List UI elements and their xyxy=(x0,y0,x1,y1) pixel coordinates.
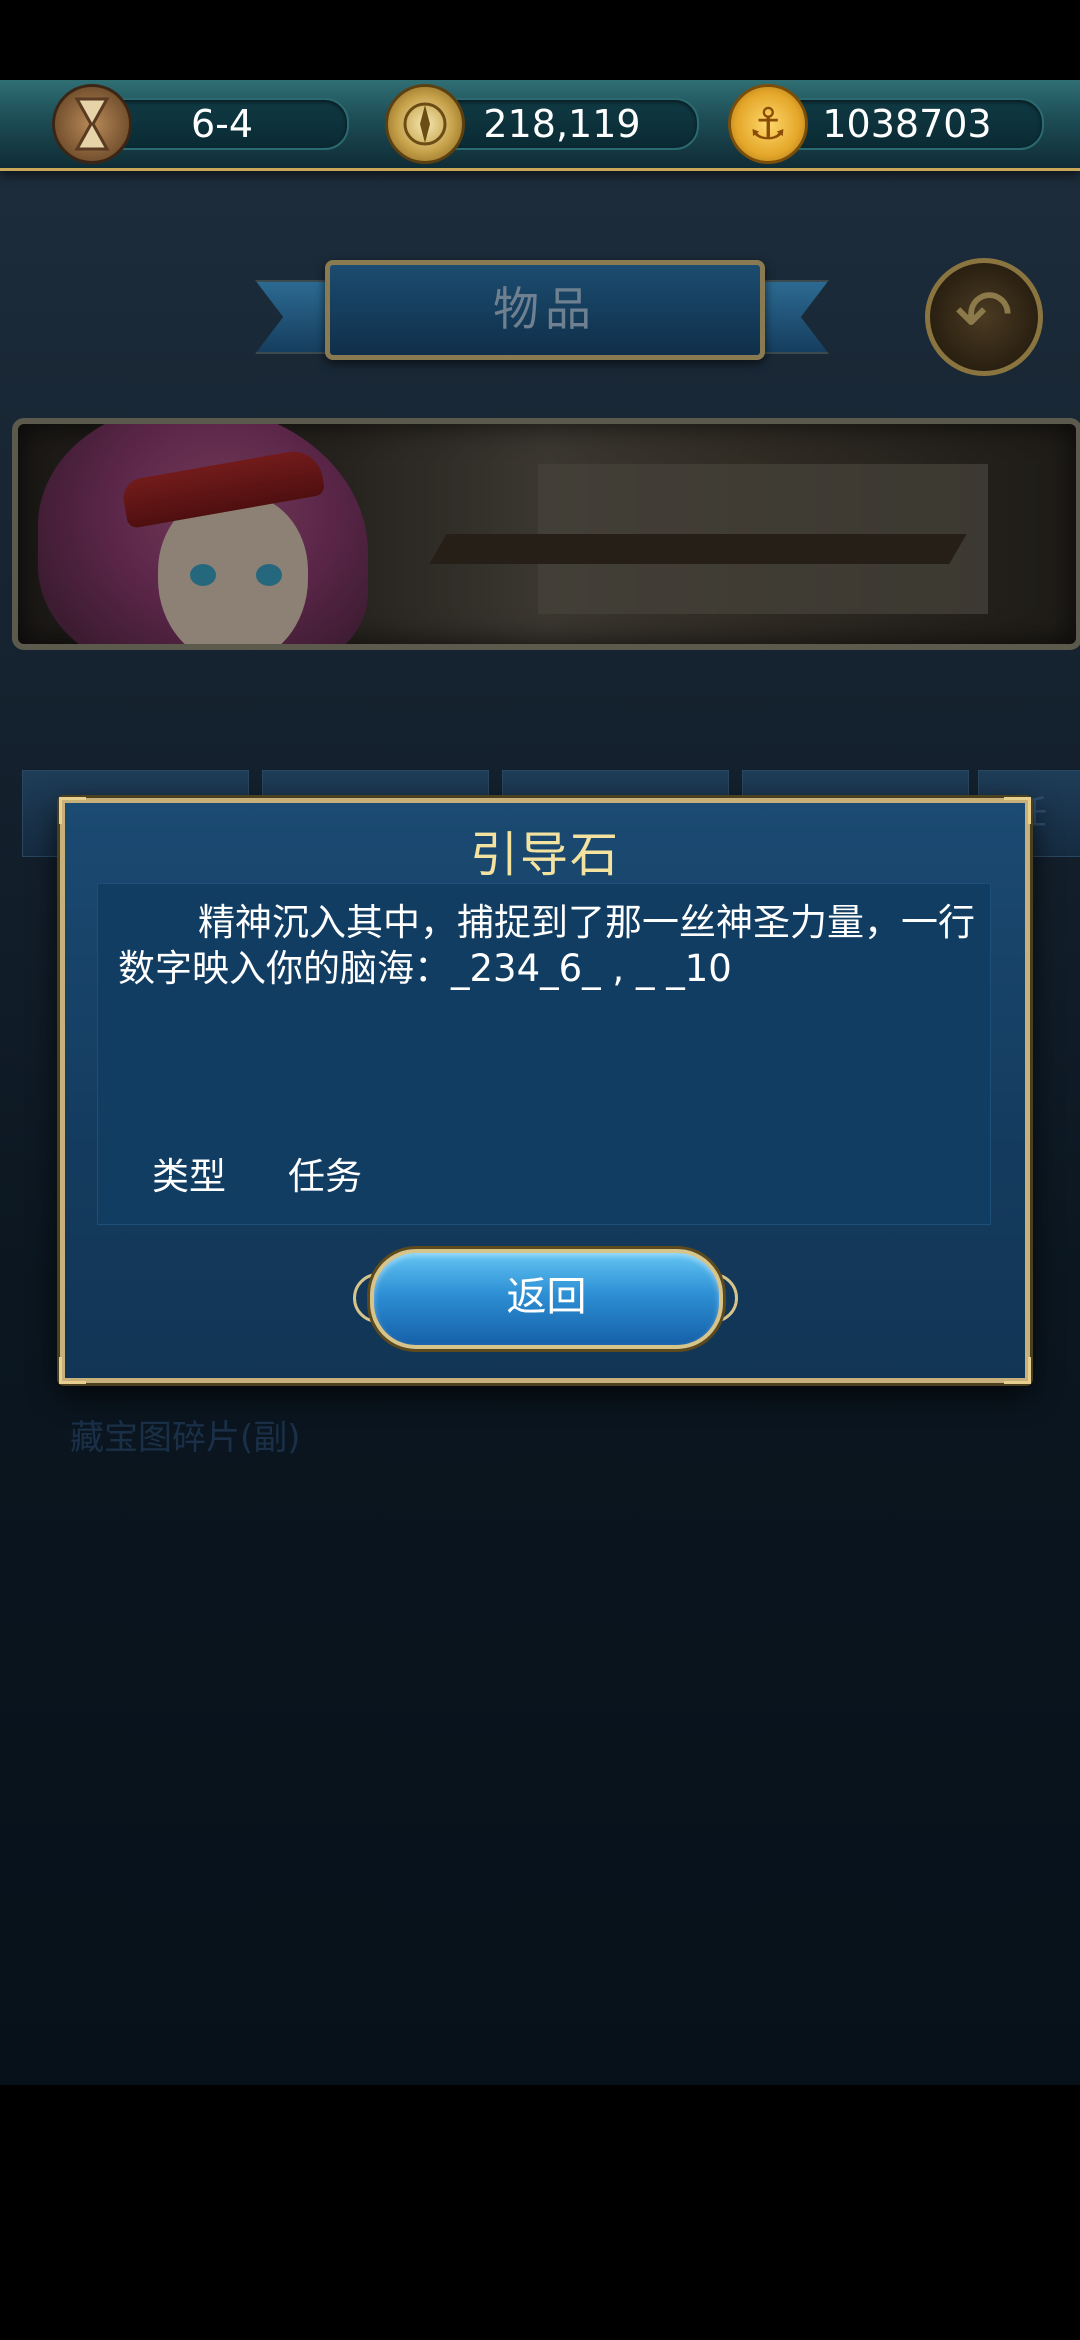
game-screen: 6-4 218,119 1038703 ⚓ 物品 ↶ 合成品 装备 消耗 图纸 … xyxy=(0,80,1080,2085)
dialog-title: 引导石 xyxy=(469,827,620,883)
silver-value: 218,119 xyxy=(483,102,641,146)
compass-icon xyxy=(385,84,465,164)
page-title: 物品 xyxy=(325,260,765,360)
dim-overlay xyxy=(18,424,1076,644)
list-item[interactable]: 藏宝图碎片(副) xyxy=(70,1410,1010,1470)
dialog-body: 精神沉入其中，捕捉到了那一丝神圣力量，一行数字映入你的脑海：_234_6_ , … xyxy=(97,883,991,1225)
silver-pill: 218,119 xyxy=(425,98,699,150)
item-description: 精神沉入其中，捕捉到了那一丝神圣力量，一行数字映入你的脑海：_234_6_ , … xyxy=(118,901,975,990)
stage-pill: 6-4 xyxy=(95,98,349,150)
gold-value: 1038703 xyxy=(822,102,992,146)
type-value: 任务 xyxy=(288,1155,362,1198)
type-label: 类型 xyxy=(152,1155,226,1198)
hero-illustration xyxy=(12,418,1080,650)
return-button[interactable]: 返回 xyxy=(370,1249,723,1349)
back-arrow-button[interactable]: ↶ xyxy=(925,258,1043,376)
item-detail-dialog: 引导石 精神沉入其中，捕捉到了那一丝神圣力量，一行数字映入你的脑海：_234_6… xyxy=(59,797,1031,1384)
dialog-corner xyxy=(1004,1357,1031,1384)
gold-pill: 1038703 xyxy=(770,98,1044,150)
dialog-corner xyxy=(59,1357,86,1384)
resource-bar: 6-4 218,119 1038703 ⚓ xyxy=(0,80,1080,171)
list-item-name: 藏宝图碎片(副) xyxy=(70,1418,301,1458)
anchor-coin-icon: ⚓ xyxy=(728,84,808,164)
stage-value: 6-4 xyxy=(190,102,254,146)
hourglass-icon xyxy=(52,84,132,164)
